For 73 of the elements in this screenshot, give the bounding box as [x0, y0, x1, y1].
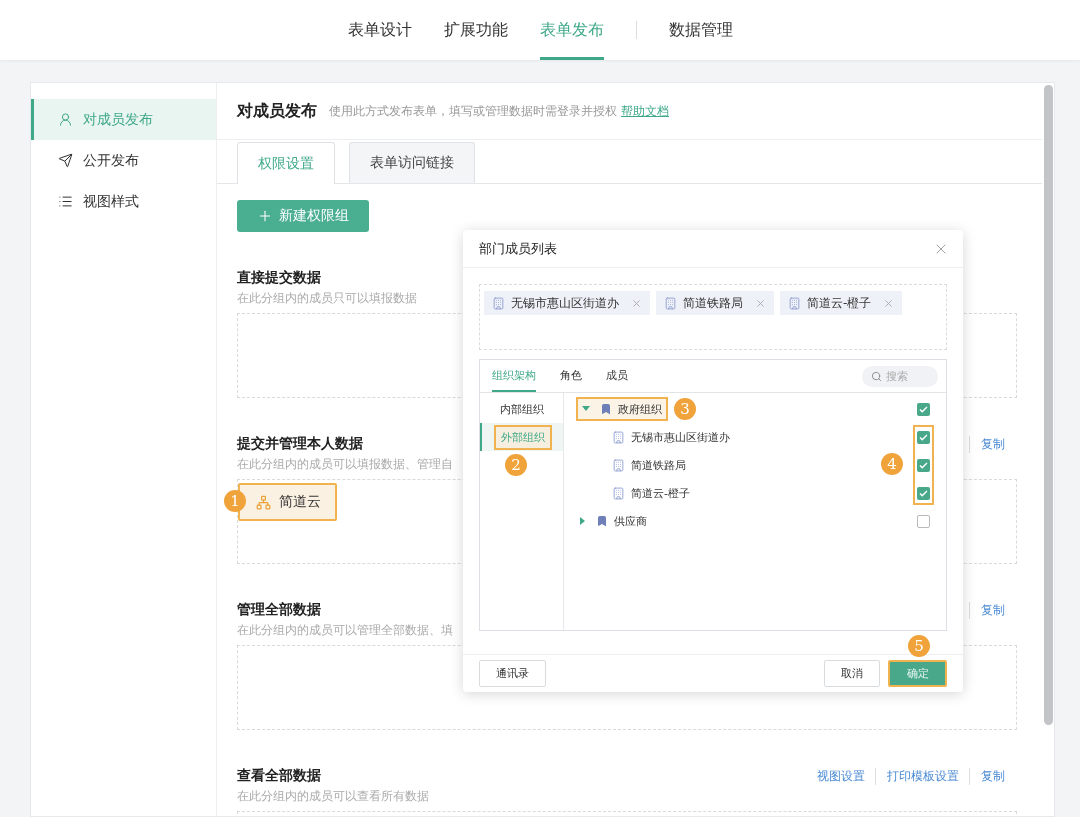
building-icon: [612, 430, 625, 444]
tag-label: 简道云-橙子: [807, 294, 872, 312]
section-title: 管理全部数据: [237, 601, 321, 619]
paper-plane-icon: [58, 153, 73, 168]
building-icon: [612, 486, 625, 500]
org-chart-icon: [256, 494, 271, 510]
sidebar-item[interactable]: 公开发布: [31, 140, 216, 181]
search-icon: [871, 370, 882, 382]
checkbox[interactable]: [917, 514, 930, 528]
building-icon: [612, 458, 625, 472]
category-item[interactable]: 内部组织: [480, 395, 563, 423]
remove-icon[interactable]: [755, 297, 766, 309]
section-description: 在此分组内的成员只可以填报数据: [237, 290, 417, 307]
section-title: 查看全部数据: [237, 767, 321, 785]
action-link[interactable]: 复制: [969, 601, 1005, 619]
picker-tab[interactable]: 成员: [606, 360, 628, 392]
section-title: 提交并管理本人数据: [237, 435, 363, 453]
plus-icon: [257, 208, 273, 224]
scrollbar[interactable]: [1043, 85, 1053, 725]
caret-right-icon[interactable]: [580, 517, 586, 525]
page-description: 使用此方式发布表单，填写或管理数据时需登录并授权: [329, 102, 617, 120]
bookmark-icon: [600, 403, 612, 415]
person-icon: [58, 112, 73, 127]
highlight-frame: 外部组织: [493, 424, 552, 450]
step-marker: 4: [881, 453, 903, 475]
checkbox[interactable]: [917, 402, 930, 416]
remove-icon[interactable]: [631, 297, 642, 309]
step-marker: 1: [224, 490, 246, 512]
sidebar-label: 视图样式: [83, 192, 139, 211]
checkbox[interactable]: [917, 486, 930, 500]
building-icon: [788, 296, 801, 310]
nav-tab[interactable]: 表单设计: [347, 0, 412, 60]
sidebar-label: 公开发布: [83, 151, 139, 170]
category-label: 内部组织: [498, 401, 545, 418]
tag-label: 简道铁路局: [683, 294, 743, 312]
list-icon: [58, 194, 73, 209]
bookmark-icon: [596, 515, 608, 527]
contacts-button[interactable]: 通讯录: [479, 660, 546, 687]
section-description: 在此分组内的成员可以管理全部数据、填: [237, 622, 453, 639]
step-marker: 3: [674, 398, 696, 420]
step-marker: 2: [505, 454, 527, 476]
node-label: 供应商: [614, 513, 647, 529]
step-marker: 5: [908, 635, 930, 657]
node-label[interactable]: 简道铁路局: [631, 457, 686, 473]
nav-tab[interactable]: 数据管理: [668, 0, 733, 60]
highlight-frame[interactable]: 政府组织: [576, 397, 668, 421]
action-link[interactable]: 视图设置: [817, 767, 865, 785]
node-label[interactable]: 无锡市惠山区街道办: [631, 429, 730, 445]
action-link[interactable]: 复制: [969, 435, 1005, 453]
caret-down-icon[interactable]: [582, 406, 590, 412]
section-title: 直接提交数据: [237, 269, 321, 287]
node-label: 政府组织: [618, 401, 662, 417]
building-icon: [492, 296, 505, 310]
cancel-button[interactable]: 取消: [824, 660, 880, 687]
tab[interactable]: 表单访问链接: [349, 142, 475, 183]
sidebar-label: 对成员发布: [83, 110, 153, 129]
picker-tab[interactable]: 角色: [560, 360, 582, 392]
building-icon: [664, 296, 677, 310]
member-chip[interactable]: 简道云: [238, 483, 337, 521]
page-title: 对成员发布: [237, 100, 317, 122]
nav-tab[interactable]: 扩展功能: [443, 0, 508, 60]
checkbox[interactable]: [917, 430, 930, 444]
checkbox[interactable]: [917, 458, 930, 472]
dialog-title: 部门成员列表: [479, 239, 557, 258]
action-link[interactable]: 复制: [969, 767, 1005, 785]
sidebar-item[interactable]: 视图样式: [31, 181, 216, 222]
tree-node[interactable]: 供应商: [576, 511, 651, 531]
node-label[interactable]: 简道云-橙子: [631, 485, 690, 501]
section-description: 在此分组内的成员可以填报数据、管理自: [237, 456, 453, 473]
action-link[interactable]: 打印模板设置: [875, 767, 959, 785]
tag-label: 无锡市惠山区街道办: [511, 294, 619, 312]
remove-icon[interactable]: [883, 297, 895, 309]
section-description: 在此分组内的成员可以查看所有数据: [237, 788, 429, 805]
